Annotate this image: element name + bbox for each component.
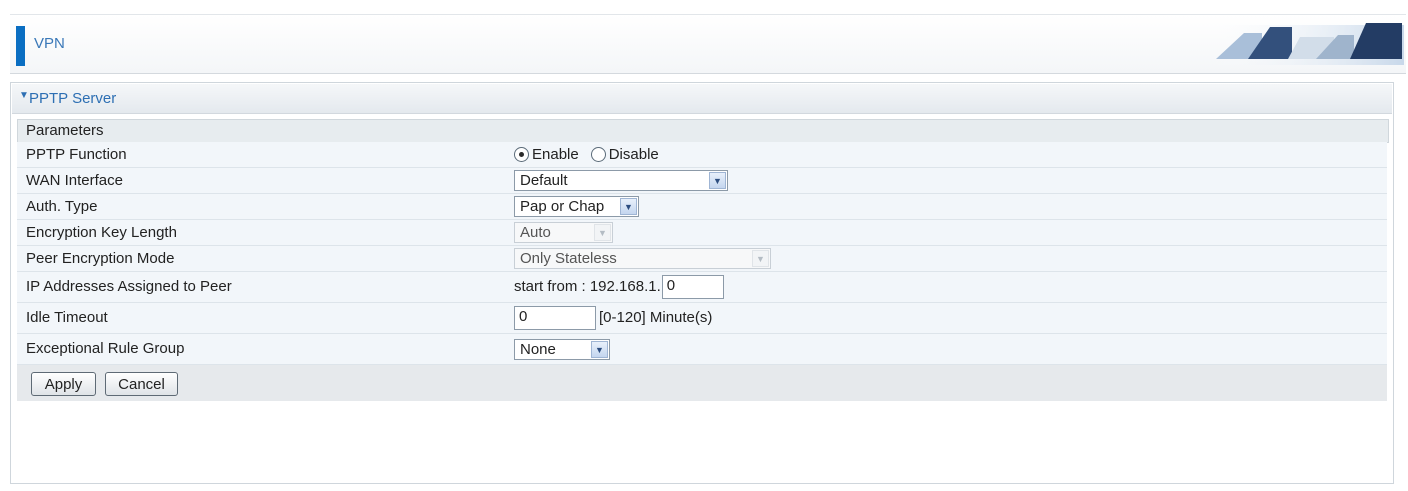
ip-prefix-text: start from : 192.168.1. [514,278,661,295]
auth-type-value: Pap or Chap [520,198,605,215]
encryption-key-length-label: Encryption Key Length [26,224,177,241]
peer-encryption-mode-label: Peer Encryption Mode [26,250,175,267]
idle-timeout-label: Idle Timeout [26,309,108,326]
enable-radio[interactable] [514,147,529,162]
disable-radio[interactable] [590,147,606,162]
parameters-label: Parameters [26,122,104,139]
ip-addresses-label: IP Addresses Assigned to Peer [26,278,232,295]
peer-encryption-mode-select: Only Stateless ▼ [514,248,771,269]
row-encryption-key-length: Encryption Key Length Auto ▼ [17,220,1387,246]
chevron-down-icon[interactable]: ▼ [591,341,608,358]
pptp-server-panel: ▼ PPTP Server Parameters PPTP Function E… [10,82,1394,484]
ip-last-octet-input[interactable]: 0 [661,274,724,299]
page-title: VPN [34,35,65,52]
auth-type-select[interactable]: Pap or Chap ▼ [514,196,639,217]
wan-interface-select[interactable]: Default ▼ [514,170,728,191]
row-pptp-function: PPTP Function Enable Disable [17,142,1387,168]
header-accent-bar [16,26,25,66]
collapse-triangle-icon[interactable]: ▼ [19,90,29,101]
cancel-button[interactable]: Cancel [105,372,178,396]
page-header: VPN [10,14,1406,74]
chevron-down-icon: ▼ [752,250,769,267]
peer-encryption-mode-value: Only Stateless [520,250,617,267]
section-header[interactable]: ▼ PPTP Server [12,84,1392,114]
pptp-function-label: PPTP Function [26,146,127,163]
idle-timeout-input[interactable]: 0 [514,305,596,330]
idle-timeout-range: [0-120] Minute(s) [599,309,713,326]
encryption-key-length-select: Auto ▼ [514,222,613,243]
button-bar: Apply Cancel [17,365,1387,401]
chevron-down-icon[interactable]: ▼ [709,172,726,189]
exceptional-rule-group-value: None [520,341,556,358]
section-title: PPTP Server [29,90,117,107]
row-auth-type: Auth. Type Pap or Chap ▼ [17,194,1387,220]
wan-interface-value: Default [520,172,568,189]
row-ip-addresses: IP Addresses Assigned to Peer start from… [17,272,1387,303]
chevron-down-icon: ▼ [594,224,611,241]
wan-interface-label: WAN Interface [26,172,123,189]
row-wan-interface: WAN Interface Default ▼ [17,168,1387,194]
disable-radio-label[interactable]: Disable [609,146,659,163]
exceptional-rule-group-select[interactable]: None ▼ [514,339,610,360]
auth-type-label: Auth. Type [26,198,98,215]
row-peer-encryption-mode: Peer Encryption Mode Only Stateless ▼ [17,246,1387,272]
row-exceptional-rule-group: Exceptional Rule Group None ▼ [17,334,1387,365]
parameters-header: Parameters [17,119,1389,143]
enable-radio-label[interactable]: Enable [532,146,579,163]
chevron-down-icon[interactable]: ▼ [620,198,637,215]
header-decoration-graphic [1204,23,1404,65]
apply-button[interactable]: Apply [31,372,96,396]
row-idle-timeout: Idle Timeout 0 [0-120] Minute(s) [17,303,1387,334]
exceptional-rule-group-label: Exceptional Rule Group [26,340,185,357]
encryption-key-length-value: Auto [520,224,551,241]
